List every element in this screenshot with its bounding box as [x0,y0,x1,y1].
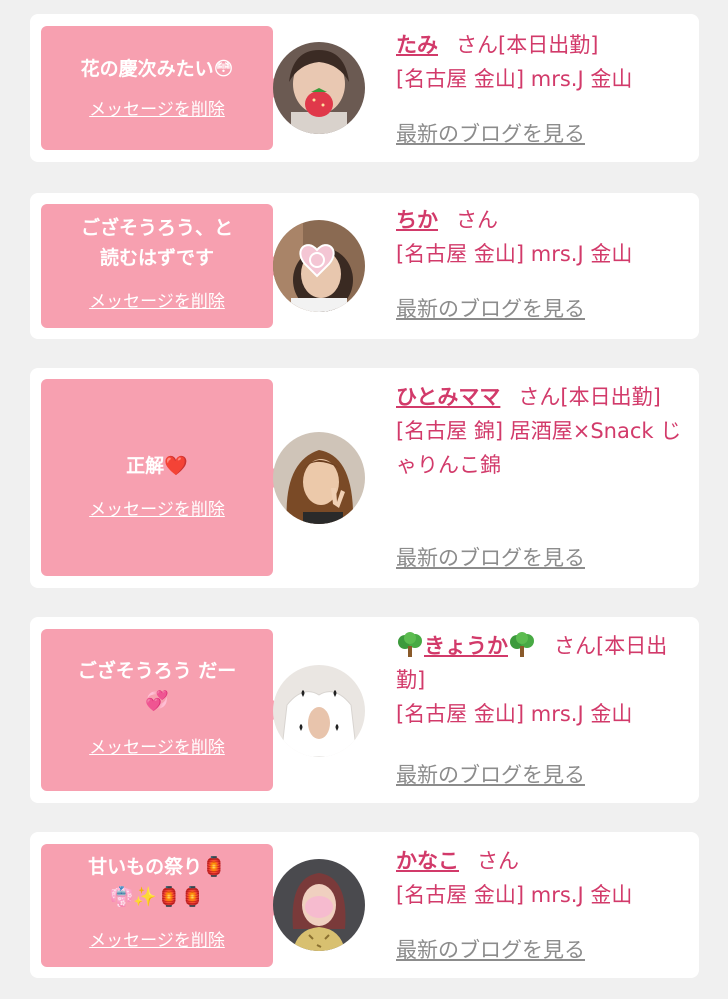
honorific: さん [554,634,596,658]
shop-area: [名古屋 金山] [396,702,525,726]
cast-info: たみ さん[本日出勤] [名古屋 金山] mrs.J 金山 [396,28,691,96]
cast-name-link[interactable]: ちか [396,208,438,232]
message-text: ござそうろう だー 💞 [77,660,237,712]
cast-info: かなこ さん [名古屋 金山] mrs.J 金山 [396,844,691,912]
message-card: 甘いもの祭り🏮 👘✨🏮🏮 メッセージを削除 かなこ さん [名古屋 金山] mrs… [30,832,699,978]
honorific: さん [477,849,519,873]
message-bubble: ござそうろう だー 💞 メッセージを削除 [41,629,283,791]
status-badge: [本日出勤] [498,33,599,57]
cast-info: きょうか さん[本日出勤] [名古屋 金山] mrs.J 金山 [396,629,691,731]
message-card: ござそうろう だー 💞 メッセージを削除 きょうか さん[本日出勤] [名古屋 金… [30,617,699,803]
shop-area: [名古屋 錦] [396,419,504,443]
latest-blog-link[interactable]: 最新のブログを見る [396,295,585,323]
tree-icon [396,632,424,658]
message-text: ござそうろう、と 読むはずです [80,217,233,269]
delete-message-link[interactable]: メッセージを削除 [41,737,273,759]
avatar[interactable] [273,42,365,134]
message-card: 正解❤️ メッセージを削除 ひとみママ さん[本日出勤] [名古屋 錦] 居酒屋×… [30,368,699,588]
honorific: さん [456,33,498,57]
latest-blog-link[interactable]: 最新のブログを見る [396,761,585,789]
cast-info: ちか さん [名古屋 金山] mrs.J 金山 [396,203,691,271]
cast-name-link[interactable]: たみ [396,33,438,57]
delete-message-link[interactable]: メッセージを削除 [41,930,273,952]
shop-area: [名古屋 金山] [396,883,525,907]
delete-message-link[interactable]: メッセージを削除 [41,499,273,521]
avatar[interactable] [273,432,365,524]
message-text: 甘いもの祭り🏮 👘✨🏮🏮 [88,856,226,908]
message-bubble: 正解❤️ メッセージを削除 [41,379,283,576]
honorific: さん [456,208,498,232]
cast-name-link[interactable]: きょうか [424,634,508,658]
tree-icon [508,632,536,658]
message-bubble: 甘いもの祭り🏮 👘✨🏮🏮 メッセージを削除 [41,844,283,967]
message-card: ござそうろう、と 読むはずです メッセージを削除 ちか さん [名古屋 金山] m… [30,193,699,339]
shop-name: mrs.J 金山 [530,67,633,91]
avatar[interactable] [273,859,365,951]
shop-name: mrs.J 金山 [530,883,633,907]
avatar[interactable] [273,220,365,312]
message-bubble: 花の慶次みたい😳 メッセージを削除 [41,26,283,150]
latest-blog-link[interactable]: 最新のブログを見る [396,936,585,964]
shop-name: mrs.J 金山 [530,702,633,726]
message-text: 正解❤️ [126,455,188,477]
cast-name-link[interactable]: かなこ [396,849,459,873]
delete-message-link[interactable]: メッセージを削除 [41,99,273,121]
avatar[interactable] [273,665,365,757]
delete-message-link[interactable]: メッセージを削除 [41,291,273,313]
honorific: さん [518,385,561,409]
shop-area: [名古屋 金山] [396,67,525,91]
shop-area: [名古屋 金山] [396,242,525,266]
message-bubble: ござそうろう、と 読むはずです メッセージを削除 [41,204,283,328]
shop-name: mrs.J 金山 [530,242,633,266]
status-badge: [本日出勤] [560,385,661,409]
cast-name-link[interactable]: ひとみママ [396,385,500,409]
latest-blog-link[interactable]: 最新のブログを見る [396,120,585,148]
message-text: 花の慶次みたい😳 [80,58,234,80]
message-card: 花の慶次みたい😳 メッセージを削除 たみ さん[本日出勤] [名古屋 金山] mr… [30,14,699,162]
latest-blog-link[interactable]: 最新のブログを見る [396,544,585,572]
cast-info: ひとみママ さん[本日出勤] [名古屋 錦] 居酒屋×Snack じゃりんこ錦 [396,380,691,482]
